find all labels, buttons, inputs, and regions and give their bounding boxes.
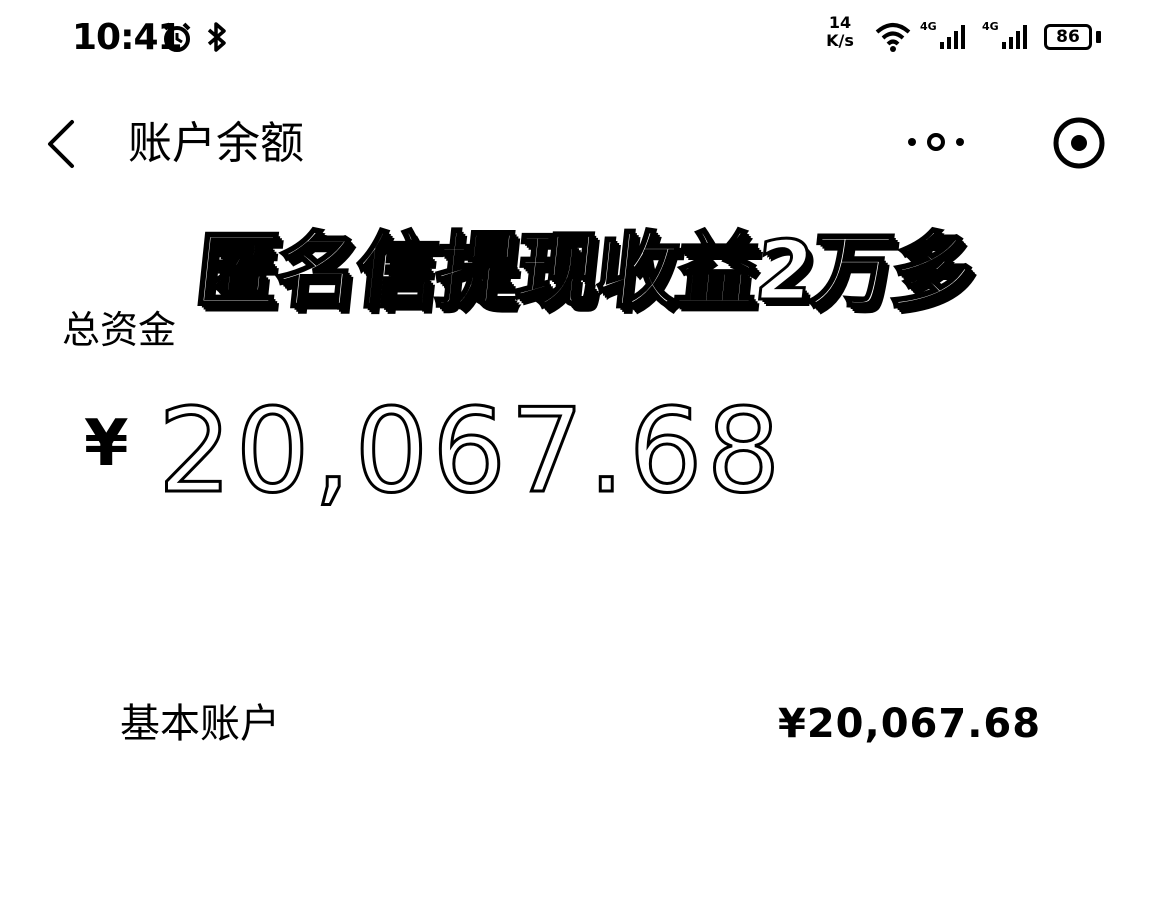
sim2-network-label: 4G [982, 20, 999, 33]
overlay-caption: 匿名信提现收益2万多 [190, 223, 978, 321]
back-icon[interactable] [40, 116, 84, 172]
network-speed-unit: K/s [826, 31, 854, 50]
sim1-network-label: 4G [920, 20, 937, 33]
currency-symbol: ¥ [84, 407, 129, 481]
alarm-icon [163, 22, 191, 52]
signal-icon [940, 25, 965, 49]
battery-cap [1096, 31, 1101, 43]
network-speed: 14 K/s [820, 14, 860, 50]
target-icon[interactable] [1050, 114, 1108, 172]
total-funds-label: 总资金 [62, 308, 177, 352]
bluetooth-icon [207, 22, 226, 52]
page-title: 账户余额 [128, 118, 304, 169]
account-row-label[interactable]: 基本账户 [120, 698, 280, 750]
account-row-amount[interactable]: ¥20,067.68 [778, 698, 1041, 750]
network-speed-value: 14 [828, 13, 852, 32]
more-icon[interactable] [900, 126, 972, 158]
wifi-icon [875, 23, 911, 52]
battery-icon: 86 [1044, 24, 1092, 50]
signal-icon [1002, 25, 1027, 49]
battery-level: 86 [1056, 27, 1080, 47]
total-amount: 20,067.68 [156, 383, 785, 521]
